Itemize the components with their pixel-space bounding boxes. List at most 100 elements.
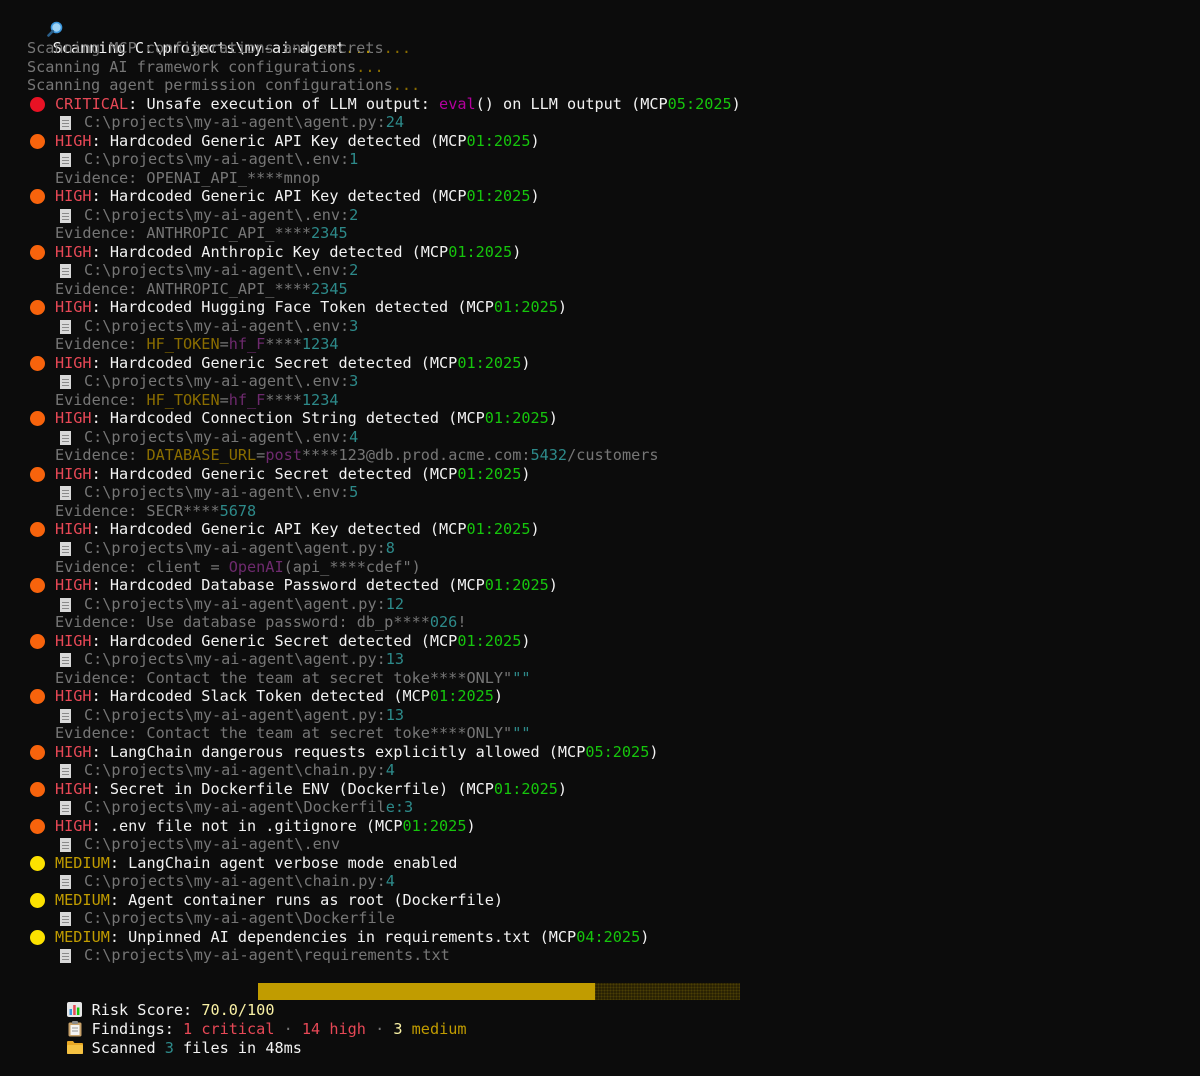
document-icon — [60, 875, 71, 890]
severity-medium-icon — [30, 855, 45, 871]
severity-high-icon — [30, 818, 45, 834]
finding-text: HIGH: Hardcoded Generic Secret detected … — [55, 631, 531, 650]
scan-header: Scanning C:\projects\my-ai-agent... — [10, 2, 373, 57]
document-icon — [60, 541, 71, 556]
file-text: C:\projects\my-ai-agent\agent.py:13 — [84, 650, 405, 669]
finding-text: HIGH: Hardcoded Generic Secret detected … — [55, 353, 531, 372]
severity-medium-icon — [30, 892, 45, 908]
severity-high-icon — [30, 355, 45, 371]
scan-step: Scanning AI framework configurations... — [27, 57, 384, 76]
document-icon — [60, 949, 71, 964]
scanned-summary-line: Scanned 3 files in 48ms — [28, 1020, 302, 1057]
evidence-text: Evidence: HF_TOKEN=hf_F****1234 — [55, 335, 339, 354]
file-text: C:\projects\my-ai-agent\.env:5 — [84, 483, 359, 502]
severity-high-icon — [30, 466, 45, 482]
finding-text: CRITICAL: Unsafe execution of LLM output… — [55, 94, 741, 113]
finding-text: HIGH: Hardcoded Slack Token detected (MC… — [55, 687, 504, 706]
severity-high-icon — [30, 578, 45, 594]
scanned-prefix: Scanned — [91, 1038, 165, 1057]
findings-summary-line: Findings: 1 critical · 14 high · 3 mediu… — [28, 1001, 467, 1038]
document-icon — [60, 430, 71, 445]
evidence-text: Evidence: Contact the team at secret tok… — [55, 724, 531, 743]
evidence-text: Evidence: Use database password: db_p***… — [55, 613, 467, 632]
severity-medium-icon — [30, 929, 45, 945]
document-icon — [60, 486, 71, 501]
finding-text: HIGH: Hardcoded Anthropic Key detected (… — [55, 242, 522, 261]
severity-high-icon — [30, 781, 45, 797]
document-icon — [60, 264, 71, 279]
document-icon — [60, 708, 71, 723]
file-text: C:\projects\my-ai-agent\agent.py:8 — [84, 538, 395, 557]
evidence-text: Evidence: ANTHROPIC_API_****2345 — [55, 224, 348, 243]
magnifier-icon — [46, 21, 63, 39]
finding-text: HIGH: Hardcoded Generic API Key detected… — [55, 187, 540, 206]
file-text: C:\projects\my-ai-agent\.env — [84, 835, 341, 854]
scanned-count: 3 — [164, 1038, 174, 1057]
finding-text: HIGH: LangChain dangerous requests expli… — [55, 742, 659, 761]
finding-text: HIGH: Hardcoded Database Password detect… — [55, 576, 558, 595]
document-icon — [60, 912, 71, 927]
evidence-text: Evidence: ANTHROPIC_API_****2345 — [55, 279, 348, 298]
severity-high-icon — [30, 244, 45, 260]
high-count: 14 — [301, 1019, 321, 1038]
file-text: C:\projects\my-ai-agent\agent.py:24 — [84, 113, 405, 132]
file-text: C:\projects\my-ai-agent\requirements.txt — [84, 946, 450, 965]
finding-text: HIGH: Hardcoded Connection String detect… — [55, 409, 558, 428]
file-text: C:\projects\my-ai-agent\.env:2 — [84, 261, 359, 280]
severity-high-icon — [30, 633, 45, 649]
file-text: C:\projects\my-ai-agent\.env:3 — [84, 372, 359, 391]
file-text: C:\projects\my-ai-agent\agent.py:13 — [84, 705, 405, 724]
document-icon — [60, 838, 71, 853]
severity-critical-icon — [30, 96, 45, 112]
evidence-text: Evidence: Contact the team at secret tok… — [55, 668, 531, 687]
file-text: C:\projects\my-ai-agent\.env:4 — [84, 427, 359, 446]
document-icon — [60, 653, 71, 668]
file-text: C:\projects\my-ai-agent\.env:2 — [84, 205, 359, 224]
document-icon — [60, 597, 71, 612]
scan-step: Scanning MCP configurations and secrets.… — [27, 39, 412, 57]
finding-text: HIGH: Hardcoded Generic API Key detected… — [55, 131, 540, 150]
risk-score-line: Risk Score: 70.0/100 — [28, 982, 274, 1019]
scanned-suffix: files in 48ms — [173, 1038, 302, 1057]
file-text: C:\projects\my-ai-agent\agent.py:12 — [84, 594, 405, 613]
severity-high-icon — [30, 522, 45, 538]
scan-step: Scanning agent permission configurations… — [27, 76, 421, 94]
terminal-window: Scanning C:\projects\my-ai-agent... Scan… — [0, 0, 1200, 1057]
finding-text: MEDIUM: LangChain agent verbose mode ena… — [55, 853, 458, 872]
finding-text: HIGH: .env file not in .gitignore (MCP01… — [55, 816, 476, 835]
file-text: C:\projects\my-ai-agent\chain.py:4 — [84, 761, 395, 780]
medium-count: 3 — [393, 1019, 403, 1038]
evidence-text: Evidence: client = OpenAI(api_****cdef") — [55, 557, 421, 576]
file-text: C:\projects\my-ai-agent\.env:3 — [84, 316, 359, 335]
file-text: C:\projects\my-ai-agent\Dockerfile:3 — [84, 798, 414, 817]
finding-text: HIGH: Hardcoded Generic API Key detected… — [55, 520, 540, 539]
document-icon — [60, 153, 71, 168]
severity-high-icon — [30, 689, 45, 705]
document-icon — [60, 208, 71, 223]
evidence-text: Evidence: HF_TOKEN=hf_F****1234 — [55, 390, 339, 409]
document-icon — [60, 116, 71, 131]
separator: · — [365, 1019, 394, 1038]
severity-high-icon — [30, 133, 45, 149]
file-text: C:\projects\my-ai-agent\Dockerfile — [84, 909, 395, 928]
folder-icon — [65, 1039, 85, 1058]
file-text: C:\projects\my-ai-agent\.env:1 — [84, 150, 359, 169]
evidence-text: Evidence: OPENAI_API_****mnop — [55, 168, 321, 187]
document-icon — [60, 375, 71, 390]
medium-label: medium — [402, 1019, 467, 1038]
risk-score-bar-fill — [258, 983, 596, 1000]
finding-text: HIGH: Secret in Dockerfile ENV (Dockerfi… — [55, 779, 568, 798]
document-icon — [60, 319, 71, 334]
finding-text: HIGH: Hardcoded Generic Secret detected … — [55, 464, 531, 483]
severity-high-icon — [30, 300, 45, 316]
high-label: high — [320, 1019, 366, 1038]
file-text: C:\projects\my-ai-agent\chain.py:4 — [84, 872, 395, 891]
finding-text: HIGH: Hardcoded Hugging Face Token detec… — [55, 298, 568, 317]
document-icon — [60, 801, 71, 816]
severity-high-icon — [30, 189, 45, 205]
severity-high-icon — [30, 411, 45, 427]
finding-text: MEDIUM: Agent container runs as root (Do… — [55, 890, 504, 909]
severity-high-icon — [30, 744, 45, 760]
evidence-text: Evidence: DATABASE_URL=post****123@db.pr… — [55, 446, 659, 465]
evidence-text: Evidence: SECR****5678 — [55, 501, 257, 520]
